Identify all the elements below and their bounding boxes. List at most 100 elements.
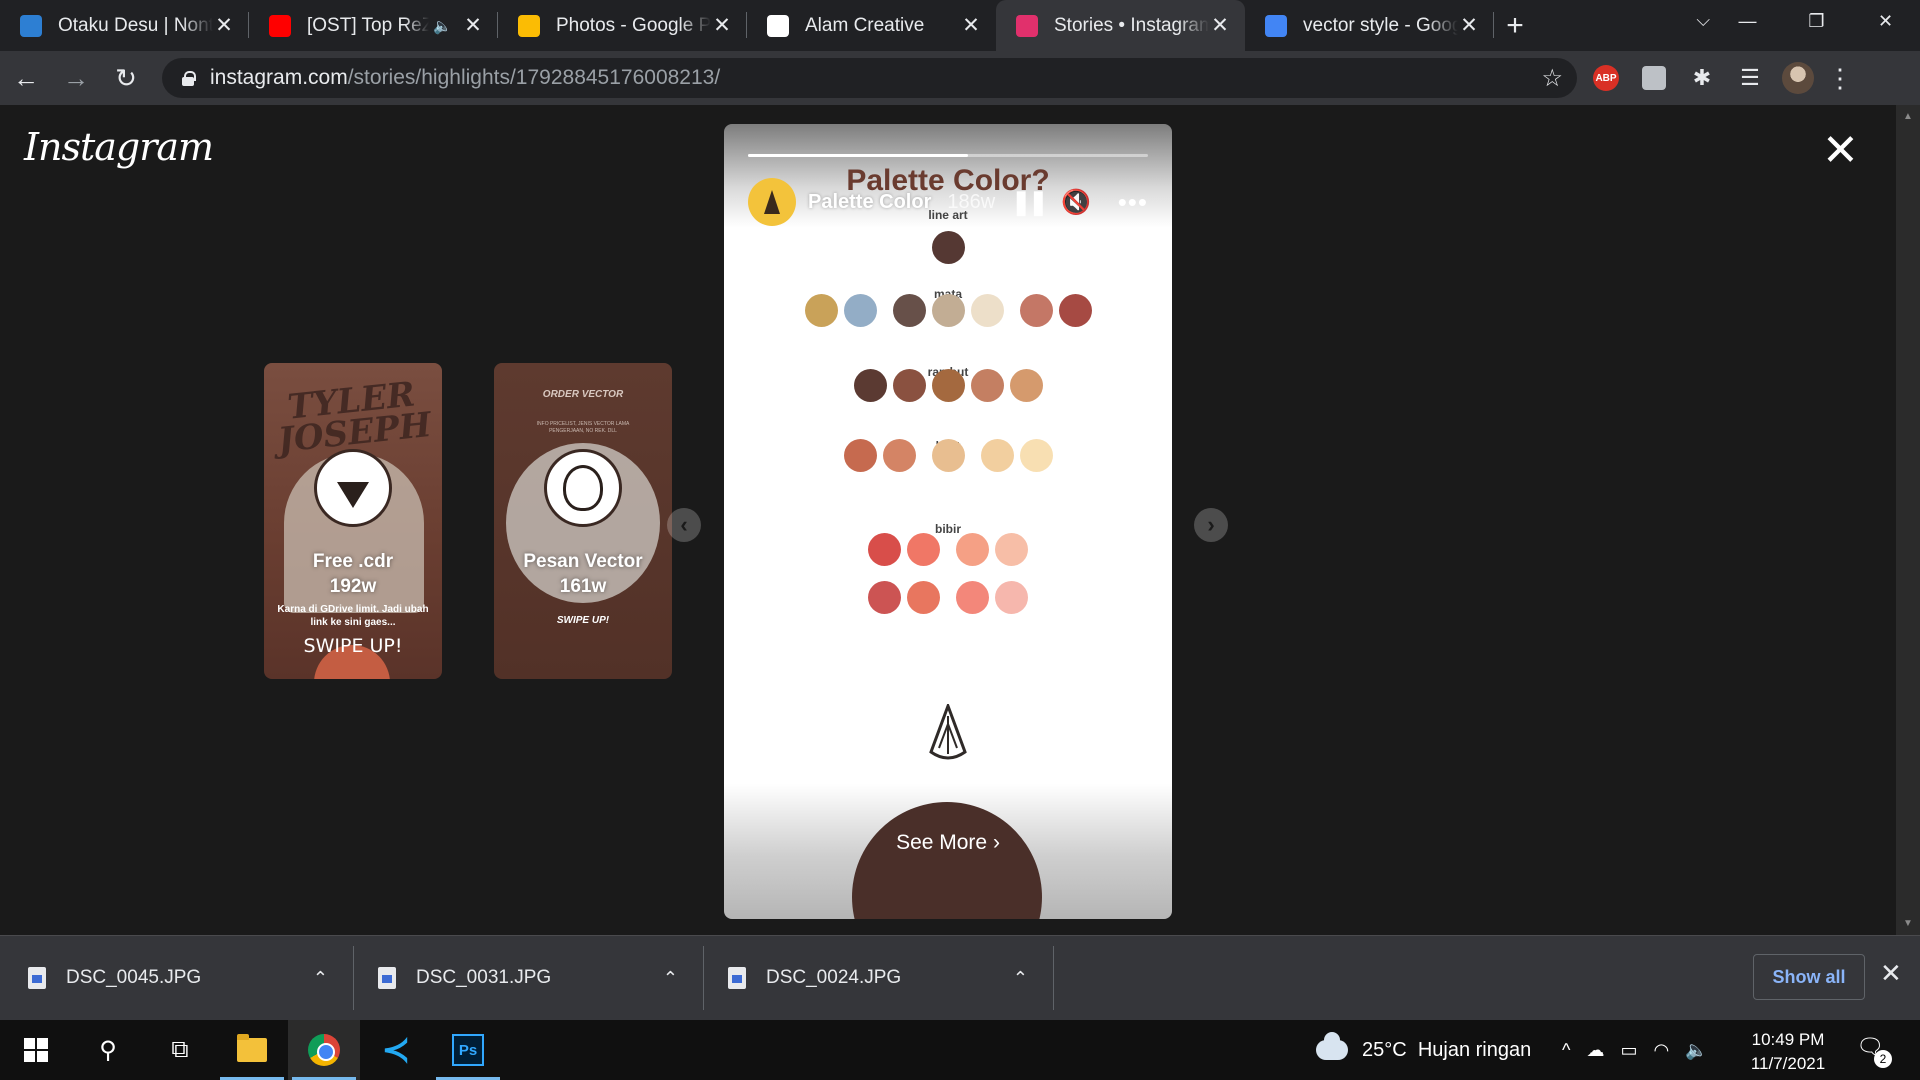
tab-search-icon[interactable]: ⌵ <box>1696 10 1710 31</box>
tab-close-icon[interactable]: ✕ <box>462 13 484 38</box>
browser-toolbar: ← → ↻ instagram.com/stories/highlights/1… <box>0 51 1920 105</box>
face-icon <box>563 465 603 511</box>
next-story-button[interactable]: › <box>1194 508 1228 542</box>
adblock-extension-button[interactable]: ABP <box>1587 59 1625 97</box>
extension-button[interactable] <box>1635 59 1673 97</box>
clock-time: 10:49 PM <box>1751 1030 1825 1049</box>
previous-story-button[interactable]: ‹ <box>667 508 701 542</box>
chevron-up-icon[interactable]: ⌃ <box>663 968 678 989</box>
see-more-link[interactable]: See More › <box>724 831 1172 855</box>
tab-title: vector style - Google <box>1303 14 1458 36</box>
wifi-icon[interactable]: ◠ <box>1653 1040 1669 1061</box>
tab-close-icon[interactable]: ✕ <box>960 13 982 38</box>
clock[interactable]: 10:49 PM 11/7/2021 <box>1738 1028 1838 1076</box>
show-all-downloads-button[interactable]: Show all <box>1753 954 1865 1000</box>
chrome-button[interactable] <box>288 1020 360 1080</box>
url-text[interactable]: instagram.com/stories/highlights/1792884… <box>210 66 720 90</box>
google-photos-icon <box>518 14 540 37</box>
playlist-icon: ☰ <box>1740 65 1760 90</box>
tab-google[interactable]: vector style - Google✕ <box>1245 0 1494 51</box>
profile-button[interactable] <box>1779 59 1817 97</box>
address-bar[interactable]: instagram.com/stories/highlights/1792884… <box>162 58 1577 98</box>
tab-close-icon[interactable]: ✕ <box>711 13 733 38</box>
clock-date: 11/7/2021 <box>1750 1054 1826 1073</box>
minimize-button[interactable]: — <box>1713 0 1782 42</box>
tab-close-icon[interactable]: ✕ <box>213 13 235 38</box>
download-filename: DSC_0045.JPG <box>66 967 202 988</box>
preview-age: 192w <box>329 576 377 597</box>
tab-audio-icon[interactable]: 🔈 <box>433 17 452 35</box>
color-swatch <box>980 439 1014 472</box>
photoshop-button[interactable]: Ps <box>432 1020 504 1080</box>
download-item[interactable]: DSC_0024.JPG ⌃ <box>700 946 1054 1010</box>
url-host: instagram.com <box>210 66 348 89</box>
tab-instagram[interactable]: Stories • Instagram ✕ <box>996 0 1245 51</box>
download-arrow-icon <box>337 482 369 508</box>
weather-widget[interactable]: 25°C Hujan ringan <box>1316 1020 1531 1080</box>
download-item[interactable]: DSC_0045.JPG ⌃ <box>0 946 354 1010</box>
volume-icon[interactable]: 🔈 <box>1685 1040 1707 1061</box>
tray-expand-icon[interactable]: ^ <box>1562 1040 1570 1061</box>
onedrive-icon[interactable]: ☁ <box>1586 1040 1604 1061</box>
scroll-down-icon[interactable]: ▼ <box>1903 918 1913 929</box>
preview-age: 161w <box>559 576 607 597</box>
search-icon[interactable]: ⚲ <box>72 1020 144 1080</box>
color-swatch <box>995 533 1028 566</box>
notifications-button[interactable]: 🗨 2 <box>1856 1034 1892 1068</box>
reload-button[interactable]: ↻ <box>102 54 150 102</box>
chevron-up-icon[interactable]: ⌃ <box>313 968 328 989</box>
media-control-button[interactable]: ☰ <box>1731 59 1769 97</box>
tab-alam-creative[interactable]: Alam Creative ✕ <box>747 0 996 51</box>
color-swatch <box>1019 439 1053 472</box>
windows-taskbar: ⚲ ⧉ ≺ Ps 25°C Hujan ringan ^ ☁ ▭ ◠ 🔈 10:… <box>0 1020 1920 1080</box>
instagram-logo[interactable]: Instagram <box>24 125 214 169</box>
color-swatch <box>956 581 989 614</box>
tab-google-photos[interactable]: Photos - Google Photos✕ <box>498 0 747 51</box>
restore-button[interactable]: ❐ <box>1782 0 1851 42</box>
close-stories-icon[interactable]: ✕ <box>1822 125 1859 176</box>
puzzle-icon: ✱ <box>1692 65 1712 90</box>
chevron-up-icon[interactable]: ⌃ <box>1013 968 1028 989</box>
forward-button[interactable]: → <box>52 54 100 102</box>
scroll-up-icon[interactable]: ▲ <box>1903 111 1913 122</box>
cloud-rain-icon <box>1316 1032 1348 1060</box>
folder-icon <box>237 1034 267 1062</box>
tab-youtube[interactable]: [OST] Top ReZero🔈 ✕ <box>249 0 498 51</box>
tab-otakudesu[interactable]: Otaku Desu | Nonton✕ <box>0 0 249 51</box>
file-explorer-button[interactable] <box>216 1020 288 1080</box>
download-item[interactable]: DSC_0031.JPG ⌃ <box>350 946 704 1010</box>
color-swatch <box>931 231 965 264</box>
story-preview-free-cdr[interactable]: TYLER JOSEPH Free .cdr 192w Karna di GDr… <box>264 363 442 679</box>
task-view-icon[interactable]: ⧉ <box>144 1020 216 1080</box>
vscode-button[interactable]: ≺ <box>360 1020 432 1080</box>
extensions-menu-button[interactable]: ✱ <box>1683 59 1721 97</box>
close-downloads-icon[interactable]: ✕ <box>1880 958 1902 989</box>
page-scrollbar[interactable]: ▲ ▼ <box>1896 105 1920 935</box>
preview-avatar <box>314 449 392 527</box>
image-file-icon <box>728 967 746 989</box>
new-tab-button[interactable]: + <box>1494 0 1536 51</box>
story-preview-pesan-vector[interactable]: ORDER VECTOR INFO PRICELIST, JENIS VECTO… <box>494 363 672 679</box>
window-close-button[interactable]: ✕ <box>1851 0 1920 42</box>
lock-icon[interactable] <box>182 70 196 86</box>
color-swatch <box>892 294 926 327</box>
story-viewer[interactable]: Palette Color? Palette Color 186w ❚❚ 🔇 •… <box>724 124 1172 919</box>
weather-temp: 25°C <box>1362 1038 1407 1061</box>
bookmark-star-icon[interactable]: ☆ <box>1541 64 1563 93</box>
start-button[interactable] <box>0 1020 72 1080</box>
color-swatch <box>892 369 926 402</box>
instagram-stories-page: Instagram ✕ TYLER JOSEPH Free .cdr 192w … <box>0 105 1896 935</box>
chrome-menu-icon[interactable]: ⋮ <box>1827 63 1853 94</box>
tab-title: Otaku Desu | Nonton <box>58 14 213 36</box>
tab-close-icon[interactable]: ✕ <box>1209 13 1231 38</box>
tab-close-icon[interactable]: ✕ <box>1458 13 1480 38</box>
palette-section-label: bibir <box>935 522 961 536</box>
tab-title: Alam Creative <box>805 14 925 36</box>
preview-avatar <box>544 449 622 527</box>
color-swatch <box>907 581 940 614</box>
image-file-icon <box>378 967 396 989</box>
back-button[interactable]: ← <box>2 54 50 102</box>
battery-icon[interactable]: ▭ <box>1620 1040 1637 1061</box>
download-filename: DSC_0031.JPG <box>416 967 552 988</box>
window-controls: — ❐ ✕ <box>1713 0 1920 42</box>
